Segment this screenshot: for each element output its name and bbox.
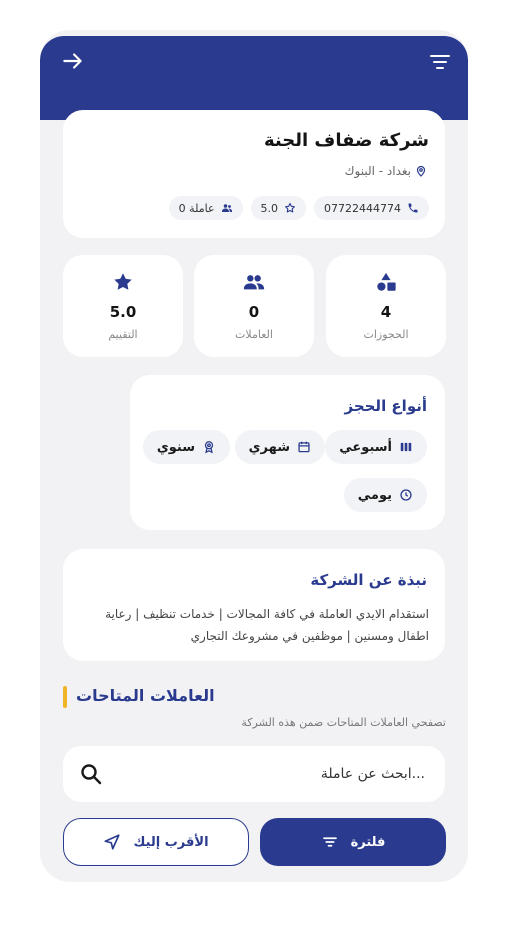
booking-weekly-label: أسبوعي (339, 439, 392, 455)
award-icon (204, 441, 214, 454)
available-title: العاملات المتاحات (76, 686, 215, 705)
company-name: شركة ضفاف الجنة (264, 130, 429, 151)
phone-number: 07722444774 (324, 201, 401, 215)
filter-lines-icon (322, 837, 337, 847)
section-accent-bar (63, 686, 67, 708)
booking-daily-label: يومي (357, 487, 392, 503)
booking-daily-chip[interactable]: يومي (343, 478, 427, 512)
rating-chip: 5.0 (250, 196, 307, 220)
stat-bookings-label: الحجوزات (363, 328, 409, 341)
location-text: بغداد - البنوك (344, 164, 411, 178)
rating-value: 5.0 (260, 201, 279, 215)
stat-bookings: 4 الحجوزات (326, 255, 446, 357)
about-title: نبذة عن الشركة (310, 571, 427, 589)
phone-chip[interactable]: 07722444774 (314, 196, 429, 220)
booking-types-title: أنواع الحجز (344, 397, 427, 415)
star-outline-icon (285, 202, 295, 213)
group-icon (243, 275, 265, 290)
booking-monthly-label: شهري (248, 439, 290, 455)
about-card: نبذة عن الشركة استقدام الايدي العاملة في… (63, 549, 445, 661)
workers-chip: عاملة 0 (168, 196, 243, 220)
nearest-button[interactable]: الأقرب إليك (63, 818, 249, 866)
about-text: استقدام الايدي العاملة في كافة المجالات … (105, 607, 429, 643)
stat-rating: 5.0 التقييم (63, 255, 183, 357)
clock-icon (400, 489, 412, 501)
stat-rating-value: 5.0 (109, 303, 137, 321)
company-chips: 07722444774 5.0 عاملة 0 (168, 196, 429, 220)
navigation-icon (104, 834, 121, 850)
stat-workers-label: العاملات (235, 328, 273, 341)
stat-bookings-value: 4 (380, 303, 392, 321)
company-location: بغداد - البنوك (345, 164, 427, 178)
location-pin-icon (416, 165, 426, 177)
stat-rating-label: التقييم (108, 328, 138, 341)
filter-icon[interactable] (428, 50, 452, 74)
company-card: شركة ضفاف الجنة بغداد - البنوك 077224447… (63, 110, 445, 238)
arrow-right-icon[interactable] (60, 48, 86, 74)
booking-monthly-chip[interactable]: شهري (234, 430, 325, 464)
stat-workers-value: 0 (248, 303, 260, 321)
view-week-icon (400, 442, 412, 452)
phone-frame: شركة ضفاف الجنة بغداد - البنوك 077224447… (40, 30, 468, 882)
booking-types-card: أنواع الحجز أسبوعي شهري سنوي يومي (130, 375, 445, 530)
search-icon[interactable] (79, 762, 103, 786)
search-box (63, 746, 445, 802)
nearest-button-label: الأقرب إليك (133, 834, 209, 850)
calendar-icon (298, 441, 310, 453)
phone-icon (408, 203, 418, 213)
filter-button-label: فلترة (350, 834, 386, 850)
stat-workers: 0 العاملات (194, 255, 314, 357)
search-input[interactable] (125, 746, 425, 802)
booking-yearly-label: سنوي (156, 439, 195, 455)
booking-yearly-chip[interactable]: سنوي (142, 430, 230, 464)
shapes-icon (377, 272, 396, 291)
star-icon (114, 273, 132, 290)
people-icon (221, 204, 232, 212)
available-subtitle: تصفحي العاملات المتاحات ضمن هذه الشركة (241, 716, 446, 729)
workers-count: عاملة 0 (178, 201, 215, 215)
booking-weekly-chip[interactable]: أسبوعي (325, 430, 427, 464)
filter-button[interactable]: فلترة (260, 818, 446, 866)
app-bar (40, 36, 468, 120)
